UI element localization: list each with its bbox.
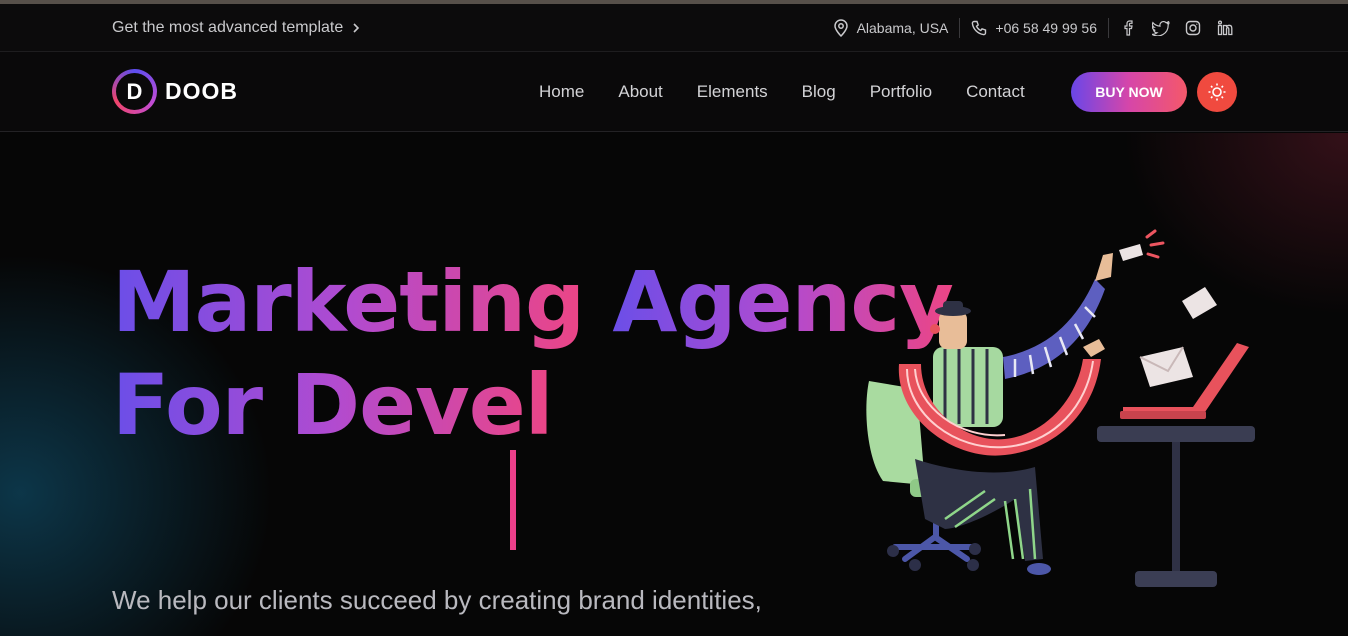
nav-item-about[interactable]: About [618, 82, 662, 102]
chevron-right-icon [353, 23, 360, 33]
nav-item-portfolio[interactable]: Portfolio [870, 82, 932, 102]
logo-letter: D [116, 73, 153, 110]
promo-text: Get the most advanced template [112, 19, 344, 36]
map-pin-icon [833, 19, 848, 37]
phone-info[interactable]: +06 58 49 99 56 [971, 20, 1097, 36]
buy-now-button[interactable]: BUY NOW [1071, 72, 1187, 112]
hero-title-line: Marketing [112, 251, 585, 354]
instagram-icon[interactable] [1184, 19, 1202, 37]
logo[interactable]: D DOOB [112, 69, 238, 114]
typing-cursor [510, 450, 516, 550]
twitter-icon[interactable] [1152, 19, 1170, 37]
location-info: Alabama, USA [833, 19, 949, 37]
logo-text: DOOB [165, 78, 238, 104]
nav-item-blog[interactable]: Blog [802, 82, 836, 102]
primary-nav: Home About Elements Blog Portfolio Conta… [539, 82, 1025, 102]
phone-icon [972, 20, 987, 36]
divider [959, 18, 961, 38]
hero-section: Marketing Agency For Devel We help our c… [0, 133, 1348, 636]
sun-icon [1208, 83, 1226, 101]
nav-item-contact[interactable]: Contact [966, 82, 1025, 102]
promo-link[interactable]: Get the most advanced template [112, 19, 361, 37]
phone-text: +06 58 49 99 56 [995, 20, 1097, 36]
theme-toggle-button[interactable] [1197, 72, 1237, 112]
nav-item-elements[interactable]: Elements [697, 82, 768, 102]
hero-description: We help our clients succeed by creating … [112, 585, 762, 615]
hero-illustration [866, 229, 1255, 587]
facebook-icon[interactable] [1120, 19, 1138, 37]
nav-item-home[interactable]: Home [539, 82, 584, 102]
location-text: Alabama, USA [856, 20, 949, 36]
divider [1108, 18, 1109, 38]
linkedin-icon[interactable] [1216, 19, 1234, 37]
hero-title-line: For Devel [112, 354, 554, 457]
main-navbar: D DOOB Home About Elements Blog Portfoli… [0, 52, 1348, 132]
social-links [1120, 19, 1234, 37]
logo-mark: D [112, 69, 157, 114]
top-bar: Get the most advanced template Alabama, … [0, 4, 1348, 52]
